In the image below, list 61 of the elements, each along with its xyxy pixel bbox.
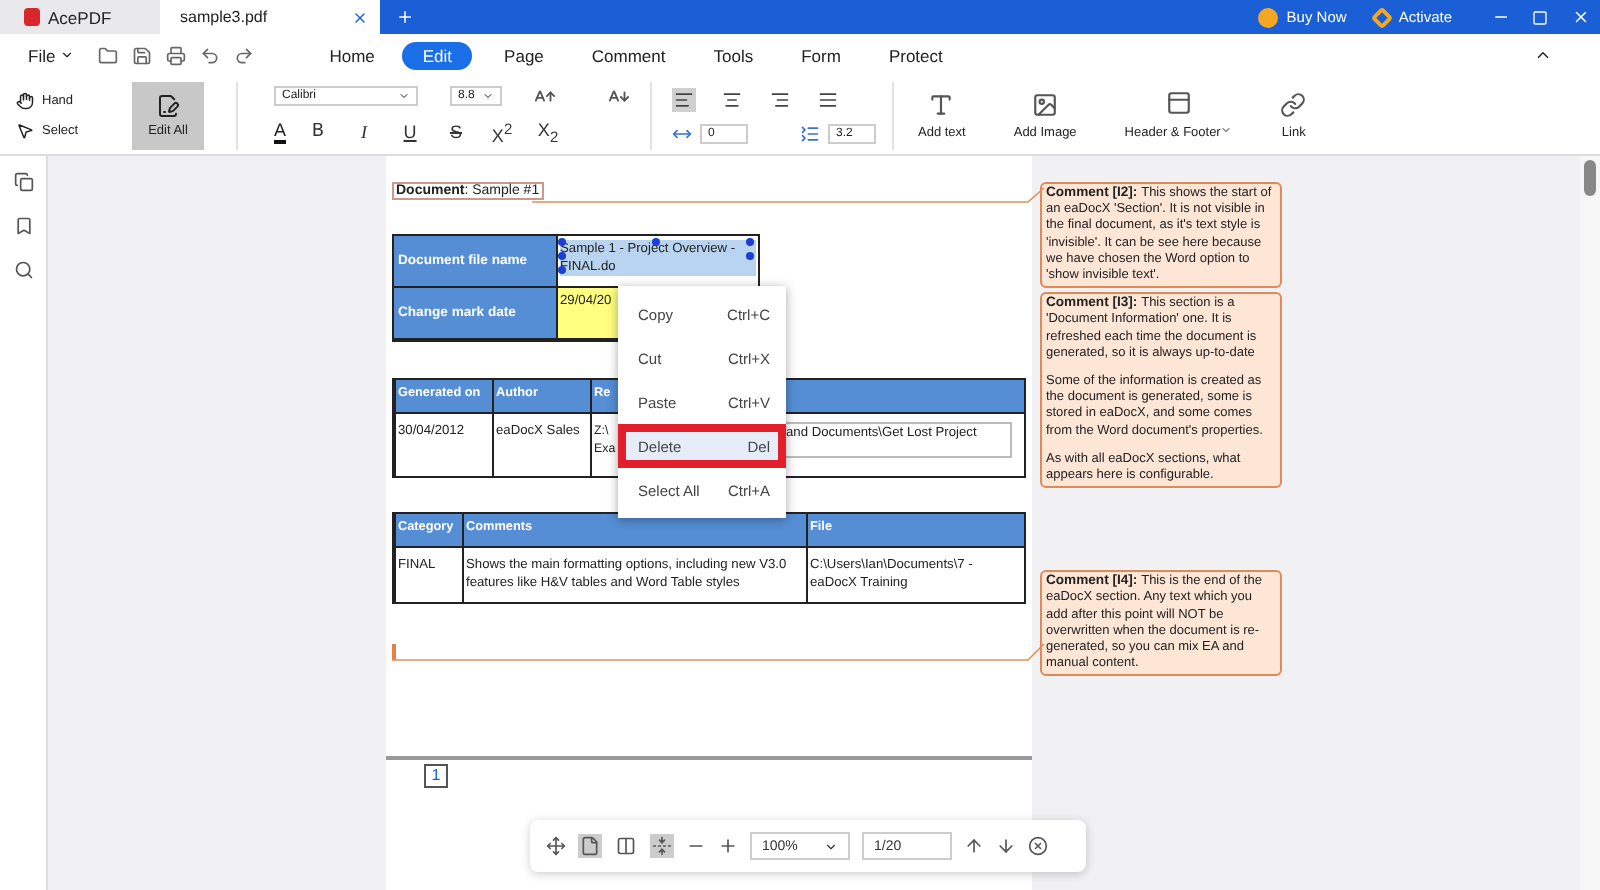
close-icon[interactable] bbox=[352, 9, 368, 25]
ribbon-tab[interactable]: Protect bbox=[868, 41, 963, 69]
caret-icon bbox=[482, 90, 494, 102]
maximize-icon[interactable] bbox=[1532, 9, 1548, 25]
new-tab-icon[interactable] bbox=[396, 8, 414, 26]
ribbon-tab[interactable]: Edit bbox=[402, 41, 473, 69]
format-button[interactable]: I bbox=[350, 122, 379, 142]
search-icon[interactable] bbox=[13, 260, 33, 280]
document-tab[interactable]: sample3.pdf bbox=[160, 0, 380, 34]
pages-icon[interactable] bbox=[13, 172, 33, 192]
format-button[interactable]: X$_{2}$ bbox=[534, 119, 563, 145]
caret-icon bbox=[1220, 124, 1233, 136]
link-icon bbox=[1280, 91, 1307, 117]
app-logo-icon bbox=[24, 8, 40, 26]
ribbon-tab[interactable]: Page bbox=[484, 41, 564, 69]
font-color-button[interactable]: A bbox=[274, 121, 287, 143]
bookmark-icon[interactable] bbox=[13, 216, 33, 236]
grow-font-icon[interactable] bbox=[534, 85, 556, 107]
edit-document-icon bbox=[156, 93, 180, 117]
single-page-icon[interactable] bbox=[578, 834, 602, 858]
close-icon[interactable] bbox=[1028, 836, 1048, 856]
hand-icon bbox=[16, 91, 34, 109]
continuous-scroll-icon[interactable] bbox=[650, 834, 674, 858]
caret-icon bbox=[59, 48, 74, 62]
align-justify-icon[interactable] bbox=[816, 87, 840, 111]
undo-icon[interactable] bbox=[199, 45, 220, 65]
previous-page-icon[interactable] bbox=[964, 836, 984, 856]
redo-icon[interactable] bbox=[233, 45, 254, 65]
align-left-icon[interactable] bbox=[672, 87, 696, 111]
collapse-icon[interactable] bbox=[1534, 46, 1552, 64]
next-page-icon[interactable] bbox=[996, 836, 1016, 856]
ribbon-tab[interactable]: Comment bbox=[571, 41, 686, 69]
align-right-icon[interactable] bbox=[768, 87, 792, 111]
print-icon[interactable] bbox=[165, 45, 186, 65]
app-title: AcePDF bbox=[0, 0, 160, 34]
folder-icon[interactable] bbox=[97, 45, 118, 65]
line-spacing-icon[interactable] bbox=[800, 123, 820, 143]
caret-icon bbox=[824, 839, 838, 853]
ribbon-tab[interactable]: Home bbox=[309, 41, 395, 69]
format-button[interactable]: U bbox=[396, 122, 425, 142]
shrink-font-icon[interactable] bbox=[608, 85, 630, 107]
zoom-in-icon[interactable] bbox=[718, 836, 738, 856]
two-page-icon[interactable] bbox=[614, 834, 638, 858]
file-menu[interactable]: File bbox=[28, 45, 74, 65]
page-header-icon bbox=[1165, 90, 1192, 116]
text-icon bbox=[928, 91, 955, 117]
section-end-marker bbox=[392, 644, 396, 660]
image-icon bbox=[1032, 91, 1059, 117]
format-button[interactable]: X$^{2}$ bbox=[488, 119, 517, 145]
pointer-icon bbox=[16, 121, 34, 139]
selection-handle[interactable] bbox=[652, 238, 660, 246]
page-number: 1 bbox=[424, 764, 448, 788]
save-icon[interactable] bbox=[131, 45, 152, 65]
scrollbar-thumb[interactable] bbox=[1584, 160, 1596, 196]
ribbon-tab[interactable]: Tools bbox=[693, 41, 774, 69]
pan-icon[interactable] bbox=[546, 836, 566, 856]
caret-icon bbox=[398, 90, 410, 102]
format-button[interactable]: B bbox=[304, 122, 333, 142]
align-center-icon[interactable] bbox=[720, 87, 744, 111]
ribbon-tab[interactable]: Form bbox=[781, 41, 861, 69]
format-button[interactable]: S bbox=[442, 122, 471, 142]
